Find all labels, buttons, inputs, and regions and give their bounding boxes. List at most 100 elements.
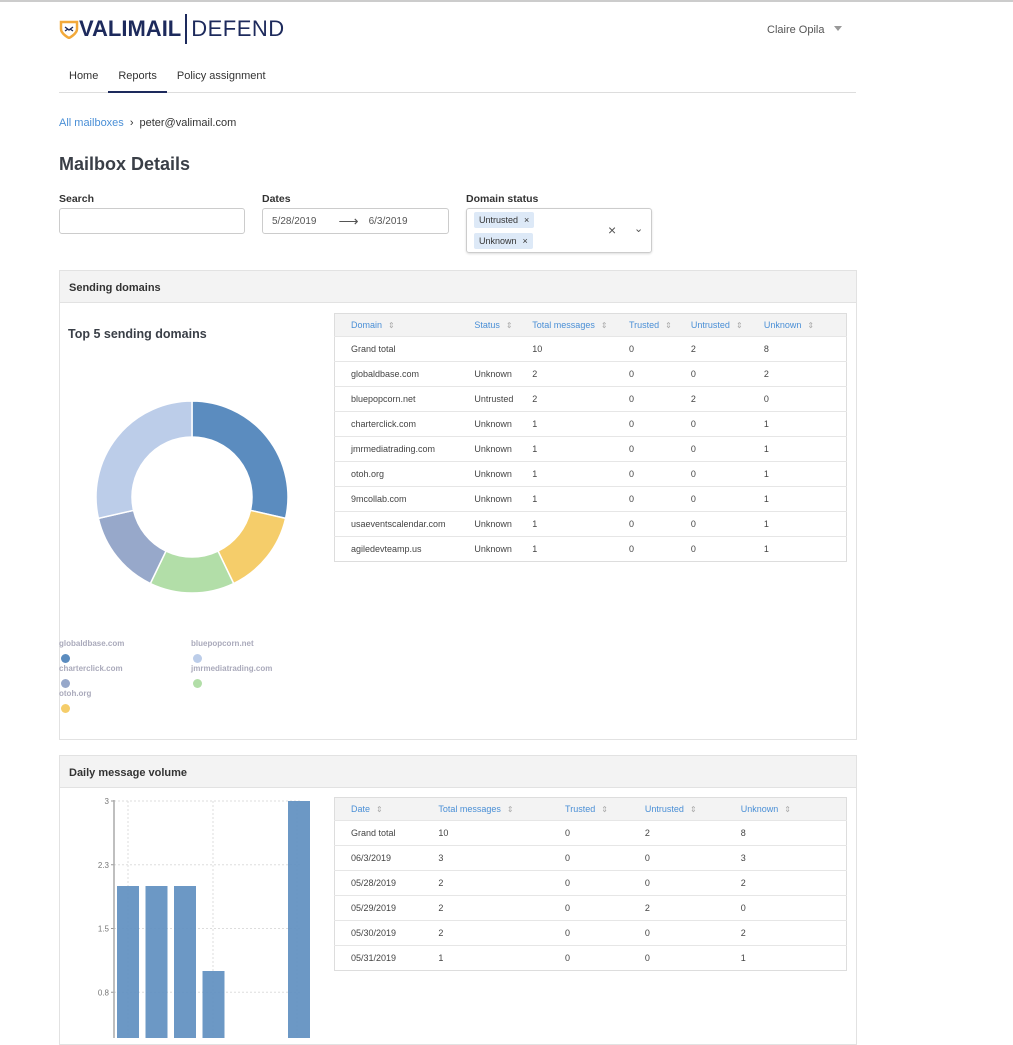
bar-05/28/2019[interactable] bbox=[117, 886, 139, 1038]
sort-icon[interactable]: ⇕ bbox=[807, 321, 814, 330]
date-range-input[interactable]: 5/28/2019 ⟶ 6/3/2019 bbox=[262, 208, 449, 234]
column-header[interactable]: Domain ⇕ bbox=[334, 313, 459, 337]
column-header[interactable]: Date ⇕ bbox=[334, 797, 423, 821]
search-input[interactable] bbox=[59, 208, 245, 234]
donut-slice-bluepopcorn.net[interactable] bbox=[95, 400, 193, 520]
chevron-down-icon[interactable]: ⌄ bbox=[634, 222, 643, 235]
sort-icon[interactable]: ⇕ bbox=[601, 321, 608, 330]
column-header[interactable]: Total messages ⇕ bbox=[422, 797, 550, 821]
table-row[interactable]: 05/28/2019 2 0 0 2 bbox=[334, 870, 847, 896]
status-tag: Untrusted × bbox=[474, 212, 535, 228]
tab-policy-assignment[interactable]: Policy assignment bbox=[167, 64, 276, 93]
breadcrumb-all-mailboxes[interactable]: All mailboxes bbox=[59, 117, 124, 129]
table-cell: 2 bbox=[516, 361, 613, 387]
table-cell: 0 bbox=[549, 870, 629, 896]
donut-slice-globaldbase.com[interactable] bbox=[191, 400, 289, 520]
remove-tag-icon[interactable]: × bbox=[524, 215, 529, 225]
table-row[interactable]: 05/31/2019 1 0 0 1 bbox=[334, 945, 847, 971]
date-from[interactable]: 5/28/2019 bbox=[272, 216, 317, 227]
table-cell: 8 bbox=[747, 336, 847, 362]
sort-icon[interactable]: ⇕ bbox=[736, 321, 743, 330]
column-header[interactable]: Unknown ⇕ bbox=[724, 797, 847, 821]
remove-tag-icon[interactable]: × bbox=[523, 236, 528, 246]
status-tag: Unknown × bbox=[474, 233, 533, 249]
table-row[interactable]: otoh.org Unknown 1 0 0 1 bbox=[334, 461, 847, 487]
table-cell: 0 bbox=[674, 536, 748, 562]
tag-label: Unknown bbox=[479, 236, 517, 246]
column-label: Date bbox=[351, 804, 371, 814]
caret-down-icon[interactable] bbox=[834, 26, 842, 31]
table-cell: Grand total bbox=[334, 820, 423, 846]
column-header[interactable]: Untrusted ⇕ bbox=[628, 797, 725, 821]
legend-dot bbox=[61, 679, 70, 688]
table-row[interactable]: usaeventscalendar.com Unknown 1 0 0 1 bbox=[334, 511, 847, 537]
table-cell: 0 bbox=[674, 411, 748, 437]
table-cell: 2 bbox=[674, 336, 748, 362]
table-cell: 0 bbox=[628, 945, 725, 971]
table-header: Date ⇕ Total messages ⇕ Trusted ⇕ Untrusted ⇕ Un… bbox=[334, 797, 847, 821]
table-cell: 2 bbox=[724, 920, 847, 946]
table-cell: 1 bbox=[747, 411, 847, 437]
table-cell: 10 bbox=[422, 820, 550, 846]
table-cell: globaldbase.com bbox=[334, 361, 459, 387]
bar-05/31/2019[interactable] bbox=[202, 971, 225, 1038]
table-cell: Unknown bbox=[458, 461, 517, 487]
y-tick-label: 1.5 bbox=[98, 925, 110, 934]
table-cell: 0 bbox=[549, 895, 629, 921]
clear-icon[interactable]: × bbox=[608, 222, 616, 238]
date-to[interactable]: 6/3/2019 bbox=[369, 216, 408, 227]
page-title: Mailbox Details bbox=[59, 154, 191, 174]
table-row[interactable]: charterclick.com Unknown 1 0 0 1 bbox=[334, 411, 847, 437]
table-cell: 2 bbox=[422, 870, 550, 896]
user-menu[interactable]: Claire Opila bbox=[767, 24, 824, 36]
table-row[interactable]: agiledevteamp.us Unknown 1 0 0 1 bbox=[334, 536, 847, 562]
legend-label: jmrmediatrading.com bbox=[191, 664, 273, 673]
column-header[interactable]: Trusted ⇕ bbox=[549, 797, 629, 821]
sort-icon[interactable]: ⇕ bbox=[376, 805, 383, 814]
column-label: Untrusted bbox=[644, 804, 684, 814]
table-row[interactable]: 9mcollab.com Unknown 1 0 0 1 bbox=[334, 486, 847, 512]
column-header[interactable]: Trusted ⇕ bbox=[612, 313, 675, 337]
tag-label: Untrusted bbox=[479, 215, 519, 225]
bar-06/3/2019[interactable] bbox=[288, 801, 310, 1038]
table-row[interactable]: Grand total 10 0 2 8 bbox=[334, 820, 847, 846]
table-cell: 2 bbox=[422, 895, 550, 921]
table-cell: 0 bbox=[674, 436, 748, 462]
donut-slice-charterclick.com[interactable] bbox=[97, 509, 167, 585]
column-header[interactable]: Unknown ⇕ bbox=[747, 313, 847, 337]
table-cell: 0 bbox=[747, 386, 847, 412]
sort-icon[interactable]: ⇕ bbox=[601, 805, 608, 814]
sort-icon[interactable]: ⇕ bbox=[388, 321, 395, 330]
table-cell: agiledevteamp.us bbox=[334, 536, 459, 562]
table-row[interactable]: bluepopcorn.net Untrusted 2 0 2 0 bbox=[334, 386, 847, 412]
sort-icon[interactable]: ⇕ bbox=[784, 805, 791, 814]
domain-status-select[interactable]: Untrusted × Unknown × × ⌄ bbox=[466, 208, 652, 253]
sort-icon[interactable]: ⇕ bbox=[507, 805, 514, 814]
table-cell: 06/3/2019 bbox=[334, 845, 423, 871]
sort-icon[interactable]: ⇕ bbox=[690, 805, 697, 814]
table-cell bbox=[458, 336, 517, 362]
bar-05/29/2019[interactable] bbox=[145, 886, 168, 1038]
sending-domains-title: Sending domains bbox=[60, 271, 856, 303]
sort-icon[interactable]: ⇕ bbox=[506, 321, 513, 330]
table-cell: 0 bbox=[549, 820, 629, 846]
table-row[interactable]: globaldbase.com Unknown 2 0 0 2 bbox=[334, 361, 847, 387]
column-header[interactable]: Status ⇕ bbox=[458, 313, 517, 337]
table-cell: 0 bbox=[674, 461, 748, 487]
column-header[interactable]: Untrusted ⇕ bbox=[674, 313, 748, 337]
table-row[interactable]: 05/30/2019 2 0 0 2 bbox=[334, 920, 847, 946]
column-header[interactable]: Total messages ⇕ bbox=[516, 313, 613, 337]
donut-chart bbox=[95, 400, 289, 594]
breadcrumb-current: peter@valimail.com bbox=[139, 117, 237, 129]
table-cell: 0 bbox=[628, 920, 725, 946]
tab-reports[interactable]: Reports bbox=[108, 64, 167, 93]
table-row[interactable]: 06/3/2019 3 0 0 3 bbox=[334, 845, 847, 871]
sort-icon[interactable]: ⇕ bbox=[665, 321, 672, 330]
table-row[interactable]: 05/29/2019 2 0 2 0 bbox=[334, 895, 847, 921]
tab-home[interactable]: Home bbox=[59, 64, 108, 93]
table-row[interactable]: jmrmediatrading.com Unknown 1 0 0 1 bbox=[334, 436, 847, 462]
bar-05/30/2019[interactable] bbox=[174, 886, 196, 1038]
table-cell: 1 bbox=[516, 411, 613, 437]
logo[interactable]: VALIMAIL DEFEND bbox=[59, 14, 285, 44]
table-row[interactable]: Grand total 10 0 2 8 bbox=[334, 336, 847, 362]
